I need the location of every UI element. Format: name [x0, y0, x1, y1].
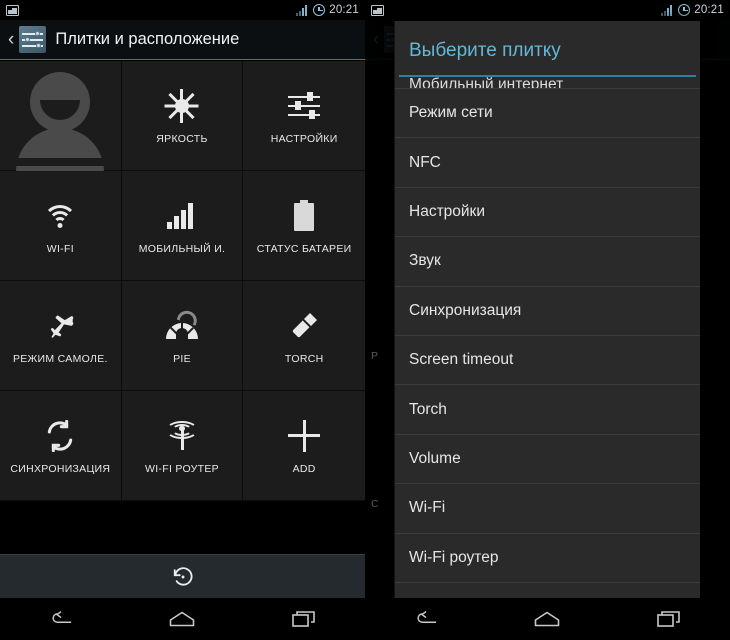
clock-icon	[313, 4, 326, 16]
airplane-icon	[43, 303, 77, 349]
right-phone-screen: 20:21 ‹ Р С Выберите плитку Мобильный ин…	[365, 0, 730, 640]
tile-pie[interactable]: PIE	[121, 281, 244, 391]
list-item[interactable]: Синхронизация	[395, 287, 700, 336]
tile-settings[interactable]: НАСТРОЙКИ	[243, 61, 365, 171]
flashlight-icon	[289, 303, 319, 349]
list-item[interactable]: Wi-Fi роутер	[395, 534, 700, 583]
tile-wifi[interactable]: WI-FI	[0, 171, 122, 281]
settings-sliders-icon	[288, 83, 321, 129]
list-item-label: Настройки	[409, 202, 486, 220]
list-item-label: Синхронизация	[409, 301, 522, 319]
signal-bars-icon	[661, 4, 674, 16]
tile-add[interactable]: ADD	[243, 391, 365, 501]
status-bar-left	[371, 4, 384, 16]
restore-reset-icon[interactable]	[172, 566, 194, 588]
tile-label: РЕЖИМ САМОЛЕ.	[12, 352, 108, 365]
status-bar-clock: 20:21	[329, 4, 359, 16]
ghost-tile-label: Р	[371, 350, 379, 362]
list-item[interactable]: Wi-Fi	[395, 484, 700, 534]
tile-label: СТАТУС БАТАРЕИ	[256, 242, 352, 255]
status-bar: 20:21	[0, 0, 365, 20]
tile-grid: ЯРКОСТЬ НАСТРОЙКИ WI-FI МОБИЛЬНЫЙ И. СТА…	[0, 60, 365, 501]
list-item[interactable]: Volume	[395, 435, 700, 485]
list-item-label: Мобильный интернет	[409, 77, 564, 89]
signal-bars-icon	[296, 4, 309, 16]
dialog-title: Выберите плитку	[409, 40, 561, 61]
tile-brightness[interactable]: ЯРКОСТЬ	[121, 61, 244, 171]
list-item[interactable]: Настройки	[395, 188, 700, 238]
tile-battery-status[interactable]: СТАТУС БАТАРЕИ	[243, 171, 365, 281]
tile-torch[interactable]: TORCH	[243, 281, 365, 391]
list-item-label: Screen timeout	[409, 351, 514, 369]
sliders-icon	[19, 26, 47, 53]
status-bar-left	[6, 4, 19, 16]
tile-label: ЯРКОСТЬ	[156, 132, 208, 145]
tile-label: PIE	[173, 352, 191, 365]
tile-label: ADD	[292, 462, 316, 475]
list-item[interactable]: Torch	[395, 385, 700, 435]
list-item[interactable]: Мобильный интернет	[395, 77, 700, 89]
list-item[interactable]: Режим сети	[395, 89, 700, 139]
tile-airplane-mode[interactable]: РЕЖИМ САМОЛЕ.	[0, 281, 122, 391]
list-item-label: Звук	[409, 252, 441, 270]
tile-label: МОБИЛЬНЫЙ И.	[138, 242, 226, 255]
tile-label: СИНХРОНИЗАЦИЯ	[10, 462, 111, 475]
user-avatar-icon	[14, 70, 107, 172]
pie-control-icon	[165, 303, 200, 349]
status-bar: 20:21	[365, 0, 730, 20]
hotspot-icon	[165, 413, 199, 459]
status-bar-right: 20:21	[661, 4, 724, 16]
plus-icon	[288, 413, 321, 459]
tile-sync[interactable]: СИНХРОНИЗАЦИЯ	[0, 391, 122, 501]
status-bar-right: 20:21	[296, 4, 359, 16]
tile-mobile-data[interactable]: МОБИЛЬНЫЙ И.	[121, 171, 244, 281]
list-item-label: Wi-Fi роутер	[409, 548, 499, 566]
back-chevron-icon[interactable]: ‹	[6, 30, 19, 49]
tile-option-list[interactable]: Мобильный интернет Режим сети NFC Настро…	[395, 77, 700, 598]
tile-user-avatar[interactable]	[0, 61, 122, 172]
action-bar: ‹ Плитки и расположение	[0, 20, 365, 60]
back-icon[interactable]	[31, 598, 91, 640]
home-icon[interactable]	[517, 598, 577, 640]
ghost-tile-label: С	[371, 498, 379, 510]
tile-wifi-hotspot[interactable]: WI-FI РОУТЕР	[121, 391, 244, 501]
tile-label: WI-FI РОУТЕР	[145, 462, 219, 475]
tile-label: TORCH	[284, 352, 324, 365]
brightness-sun-icon	[164, 83, 199, 129]
list-item-label: Wi-Fi	[409, 499, 446, 517]
tile-label: НАСТРОЙКИ	[270, 132, 338, 145]
select-tile-dialog: Выберите плитку Мобильный интернет Режим…	[394, 21, 700, 598]
photo-icon	[371, 4, 384, 16]
dual-screenshot: 20:21 ‹ Плитки и расположение ЯРКОСТЬ НА…	[0, 0, 730, 640]
list-item-label: Volume	[409, 449, 461, 467]
page-title: Плитки и расположение	[55, 30, 240, 48]
list-item[interactable]: Звук	[395, 237, 700, 287]
navigation-bar	[365, 598, 730, 640]
sync-icon	[44, 413, 76, 459]
reset-bar[interactable]	[0, 554, 365, 598]
recents-icon[interactable]	[274, 598, 334, 640]
recents-icon[interactable]	[639, 598, 699, 640]
photo-icon	[6, 4, 19, 16]
list-item-label: Режим сети	[409, 104, 493, 122]
mobile-data-bars-icon	[166, 193, 197, 239]
tile-label: WI-FI	[46, 242, 74, 255]
list-item-label: NFC	[409, 153, 441, 171]
navigation-bar	[0, 598, 365, 640]
wifi-icon	[43, 193, 78, 239]
left-phone-screen: 20:21 ‹ Плитки и расположение ЯРКОСТЬ НА…	[0, 0, 365, 640]
back-icon[interactable]	[396, 598, 456, 640]
list-item-label: Torch	[409, 400, 447, 418]
status-bar-clock: 20:21	[694, 4, 724, 16]
list-item[interactable]: Screen timeout	[395, 336, 700, 386]
battery-icon	[294, 193, 315, 239]
home-icon[interactable]	[152, 598, 212, 640]
list-item[interactable]: NFC	[395, 138, 700, 188]
clock-icon	[678, 4, 691, 16]
